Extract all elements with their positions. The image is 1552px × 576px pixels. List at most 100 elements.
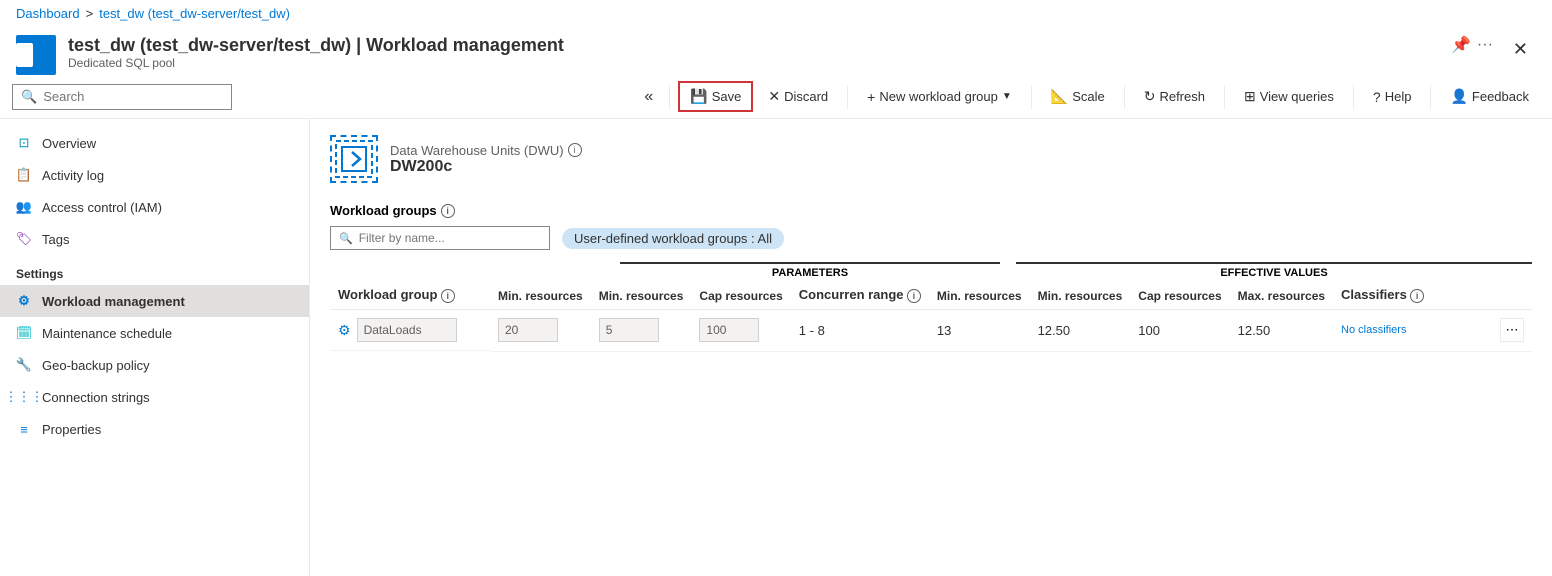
dwu-label: Data Warehouse Units (DWU) i	[390, 143, 582, 158]
sidebar-item-label-workload: Workload management	[42, 294, 185, 309]
connection-icon: ⋮⋮⋮	[16, 389, 32, 405]
maintenance-icon: 🗓	[16, 325, 32, 341]
more-options-icon[interactable]: ···	[1477, 36, 1493, 54]
row-icon: ⚙	[338, 322, 351, 339]
main-content: Data Warehouse Units (DWU) i DW200c Work…	[310, 119, 1552, 576]
filter-box[interactable]: 🔍	[330, 226, 550, 250]
sidebar-item-iam[interactable]: 👥 Access control (IAM)	[0, 191, 309, 223]
sidebar-item-label-properties: Properties	[42, 422, 101, 437]
cap-resources-input[interactable]	[699, 318, 759, 342]
view-queries-icon: ⊞	[1244, 88, 1256, 105]
filter-input[interactable]	[359, 231, 519, 245]
workload-groups-title: Workload groups i	[330, 203, 455, 218]
table-row: ⚙ 1 - 8 13 12	[330, 310, 1532, 352]
min-resources-input[interactable]	[498, 318, 558, 342]
breadcrumb-separator: >	[86, 6, 94, 21]
help-button[interactable]: ? Help	[1362, 83, 1423, 111]
spacer	[330, 262, 620, 279]
pin-icon[interactable]: 📌	[1451, 35, 1471, 55]
chevron-down-icon: ▼	[1002, 91, 1012, 102]
activity-icon: 📋	[16, 167, 32, 183]
breadcrumb: Dashboard > test_dw (test_dw-server/test…	[0, 0, 1552, 27]
sidebar-item-properties[interactable]: ≡ Properties	[0, 413, 309, 445]
th-min-resources-param: Min. resources	[490, 281, 591, 310]
workload-groups-table-container: PARAMETERS EFFECTIVE VALUES Workload gro…	[330, 262, 1532, 352]
th-cap-resources-eff: Cap resources	[1130, 281, 1229, 310]
search-box[interactable]: 🔍	[12, 84, 232, 110]
dwu-info: Data Warehouse Units (DWU) i DW200c	[390, 143, 582, 176]
dwu-info-icon[interactable]: i	[568, 143, 582, 157]
refresh-icon: ↻	[1144, 88, 1156, 105]
td-min-res-eff: 13	[929, 310, 1030, 352]
th-actions	[1492, 281, 1532, 310]
th-workload-group: Workload group i	[330, 281, 490, 310]
dwu-value: DW200c	[390, 158, 582, 176]
feedback-icon: 👤	[1450, 88, 1467, 105]
sidebar-search-area: 🔍	[12, 84, 232, 110]
sidebar-item-label-activity: Activity log	[42, 168, 104, 183]
sidebar-item-workload-management[interactable]: ⚙ Workload management	[0, 285, 309, 317]
search-input[interactable]	[43, 89, 203, 104]
toolbar-separator-1	[669, 85, 670, 109]
discard-icon: ✕	[768, 88, 780, 105]
dwu-section: Data Warehouse Units (DWU) i DW200c	[330, 135, 1532, 183]
main-layout: ⊡ Overview 📋 Activity log 👥 Access contr…	[0, 119, 1552, 576]
dwu-icon	[330, 135, 378, 183]
workload-groups-header: Workload groups i	[330, 203, 1532, 218]
sidebar-item-label-overview: Overview	[42, 136, 96, 151]
badge-label: User-defined workload groups : All	[574, 231, 772, 246]
refresh-button[interactable]: ↻ Refresh	[1133, 82, 1216, 111]
td-workload-name: ⚙	[330, 310, 490, 351]
sidebar-item-label-iam: Access control (IAM)	[42, 200, 162, 215]
td-min-res2-eff: 12.50	[1030, 310, 1131, 352]
workload-name-input[interactable]	[357, 318, 457, 342]
td-cap-res-eff: 100	[1130, 310, 1229, 352]
td-min-res2	[591, 310, 692, 352]
page-title: test_dw (test_dw-server/test_dw) | Workl…	[68, 35, 1431, 56]
dwu-svg-icon	[334, 139, 374, 179]
properties-icon: ≡	[16, 421, 32, 437]
sidebar-item-maintenance[interactable]: 🗓 Maintenance schedule	[0, 317, 309, 349]
sidebar-item-tags[interactable]: 🏷 Tags	[0, 223, 309, 255]
toolbar-separator-2	[847, 85, 848, 109]
new-workload-group-button[interactable]: + New workload group ▼	[856, 83, 1023, 111]
td-cap-res	[691, 310, 790, 352]
geobackup-icon: 🔧	[16, 357, 32, 373]
sidebar-item-activity-log[interactable]: 📋 Activity log	[0, 159, 309, 191]
classifiers-info-icon[interactable]: i	[1410, 289, 1424, 303]
view-queries-button[interactable]: ⊞ View queries	[1233, 82, 1345, 111]
th-cap-resources-param: Cap resources	[691, 281, 790, 310]
sidebar-item-geo-backup[interactable]: 🔧 Geo-backup policy	[0, 349, 309, 381]
settings-section-label: Settings	[0, 255, 309, 285]
breadcrumb-home[interactable]: Dashboard	[16, 6, 80, 21]
td-concurr: 1 - 8	[791, 310, 929, 352]
sidebar-item-overview[interactable]: ⊡ Overview	[0, 127, 309, 159]
table-header-row: Workload group i Min. resources Min. res…	[330, 281, 1532, 310]
toolbar-separator-5	[1224, 85, 1225, 109]
close-icon[interactable]: ✕	[1505, 35, 1536, 64]
row-menu-button[interactable]: ⋯	[1500, 318, 1524, 342]
wg-col-info-icon[interactable]: i	[441, 289, 455, 303]
th-max-resources-eff: Max. resources	[1230, 281, 1333, 310]
scale-icon: 📐	[1051, 88, 1068, 105]
scale-button[interactable]: 📐 Scale	[1040, 82, 1116, 111]
app-icon	[16, 35, 56, 75]
th-min-resources-param2: Min. resources	[591, 281, 692, 310]
sidebar-item-label-geobackup: Geo-backup policy	[42, 358, 150, 373]
effective-section-label: EFFECTIVE VALUES	[1016, 262, 1532, 279]
sidebar-item-label-maintenance: Maintenance schedule	[42, 326, 172, 341]
user-defined-badge[interactable]: User-defined workload groups : All	[562, 228, 784, 249]
breadcrumb-current[interactable]: test_dw (test_dw-server/test_dw)	[99, 6, 290, 21]
min-resources2-input[interactable]	[599, 318, 659, 342]
sidebar-item-connection-strings[interactable]: ⋮⋮⋮ Connection strings	[0, 381, 309, 413]
sidebar-item-label-tags: Tags	[42, 232, 69, 247]
discard-button[interactable]: ✕ Discard	[757, 82, 839, 111]
th-min-resources-eff2: Min. resources	[1030, 281, 1131, 310]
sidebar-collapse-btn[interactable]: «	[636, 84, 661, 110]
wg-info-icon[interactable]: i	[441, 204, 455, 218]
workload-mgmt-icon: ⚙	[16, 293, 32, 309]
concurr-info-icon[interactable]: i	[907, 289, 921, 303]
feedback-button[interactable]: 👤 Feedback	[1439, 82, 1540, 111]
save-button[interactable]: 💾 Save	[678, 81, 753, 112]
th-classifiers: Classifiers i	[1333, 281, 1492, 310]
